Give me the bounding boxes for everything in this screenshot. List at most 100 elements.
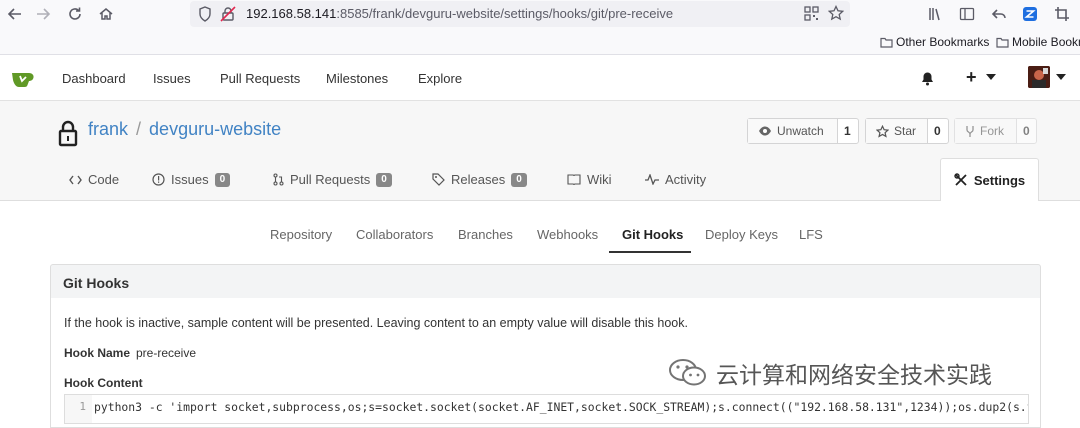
bookmarks-bar: Other Bookmarks Mobile Bookm	[0, 29, 1080, 55]
subnav-deploy-keys[interactable]: Deploy Keys	[705, 227, 778, 242]
repo-owner-link[interactable]: frank	[88, 119, 128, 139]
bookmark-folder-other[interactable]: Other Bookmarks	[880, 35, 989, 49]
library-icon[interactable]	[925, 4, 945, 24]
star-icon	[876, 124, 889, 138]
hook-content-editor[interactable]: 1 python3 -c 'import socket,subprocess,o…	[64, 394, 1029, 424]
hook-description: If the hook is inactive, sample content …	[64, 316, 688, 330]
chevron-down-icon[interactable]	[986, 74, 996, 81]
subnav-lfs[interactable]: LFS	[799, 227, 823, 242]
shield-icon[interactable]	[198, 6, 212, 22]
fork-button[interactable]: Fork	[955, 119, 1017, 143]
tools-icon	[954, 173, 968, 187]
nav-explore[interactable]: Explore	[418, 71, 462, 86]
issues-count-badge: 0	[214, 172, 231, 187]
fork-icon	[965, 125, 975, 138]
tab-label: Wiki	[587, 172, 612, 187]
top-navigation: Dashboard Issues Pull Requests Milestone…	[0, 56, 1080, 101]
chevron-down-icon[interactable]	[1056, 74, 1066, 81]
nav-pull-requests[interactable]: Pull Requests	[220, 71, 300, 86]
activity-icon	[645, 174, 659, 185]
star-button[interactable]: Star	[866, 119, 928, 143]
qr-code-icon[interactable]	[804, 6, 819, 21]
tab-label: Activity	[665, 172, 707, 187]
wechat-icon	[668, 357, 708, 389]
repo-name-link[interactable]: devguru-website	[149, 119, 281, 139]
tab-label: Issues	[171, 172, 209, 187]
line-number: 1	[79, 400, 86, 413]
subnav-git-hooks[interactable]: Git Hooks	[622, 227, 683, 242]
tab-pull-requests[interactable]: Pull Requests 0	[273, 172, 392, 187]
watch-count[interactable]: 1	[838, 119, 857, 143]
folder-icon	[880, 37, 893, 48]
settings-subnav: Repository Collaborators Branches Webhoo…	[0, 213, 1080, 253]
releases-count-badge: 0	[511, 172, 527, 187]
hook-name-value: pre-receive	[136, 346, 197, 360]
tab-label: Code	[88, 172, 120, 187]
hook-name-label: Hook Name	[64, 346, 131, 360]
panel-title: Git Hooks	[63, 275, 130, 291]
notification-bell-icon[interactable]	[920, 71, 935, 86]
create-new-button[interactable]: +	[966, 67, 977, 88]
browser-toolbar: 192.168.58.141:8585/frank/devguru-websit…	[0, 0, 1080, 29]
avatar[interactable]	[1028, 66, 1050, 88]
nav-dashboard[interactable]: Dashboard	[62, 71, 126, 86]
bookmark-star-icon[interactable]	[828, 5, 844, 21]
pull-requests-count-badge: 0	[376, 172, 392, 187]
nav-milestones[interactable]: Milestones	[326, 71, 388, 86]
code-line[interactable]: python3 -c 'import socket,subprocess,os;…	[94, 400, 1028, 414]
insecure-lock-icon[interactable]	[220, 6, 236, 22]
url-path: :8585/frank/devguru-website/settings/hoo…	[336, 6, 674, 21]
watermark: 云计算和网络安全技术实践	[668, 356, 992, 390]
subnav-webhooks[interactable]: Webhooks	[537, 227, 598, 242]
lock-icon	[58, 119, 78, 147]
watermark-text: 云计算和网络安全技术实践	[716, 362, 992, 388]
tab-wiki[interactable]: Wiki	[567, 172, 612, 187]
bookmark-label: Mobile Bookm	[1012, 35, 1080, 49]
issues-icon	[152, 173, 165, 186]
fork-button-group: Fork 0	[954, 118, 1037, 144]
watch-button-group: Unwatch 1	[747, 118, 859, 144]
tab-activity[interactable]: Activity	[645, 172, 706, 187]
hook-content-label: Hook Content	[64, 376, 143, 390]
home-icon[interactable]	[96, 4, 116, 24]
tab-label: Settings	[973, 172, 1026, 188]
tab-label: Releases	[451, 172, 506, 187]
subnav-branches[interactable]: Branches	[458, 227, 513, 242]
extension-z-icon[interactable]	[1020, 4, 1040, 24]
subnav-collaborators[interactable]: Collaborators	[356, 227, 433, 242]
repo-header: frank / devguru-website Unwatch 1 Star 0 F…	[0, 101, 1080, 201]
star-button-group: Star 0	[865, 118, 949, 144]
fork-label: Fork	[980, 124, 1004, 138]
gitea-logo-icon[interactable]	[11, 68, 35, 88]
subnav-repository[interactable]: Repository	[270, 227, 332, 242]
unwatch-button[interactable]: Unwatch	[748, 119, 838, 143]
folder-icon	[996, 37, 1009, 48]
wiki-icon	[567, 174, 581, 185]
bookmark-folder-mobile[interactable]: Mobile Bookm	[996, 35, 1080, 49]
forward-icon[interactable]	[33, 4, 53, 24]
tab-settings[interactable]: Settings	[940, 158, 1039, 201]
crop-extension-icon[interactable]	[1052, 4, 1072, 24]
back-icon[interactable]	[5, 4, 25, 24]
tab-releases[interactable]: Releases 0	[432, 172, 527, 187]
nav-issues[interactable]: Issues	[153, 71, 191, 86]
url-bar[interactable]: 192.168.58.141:8585/frank/devguru-websit…	[190, 1, 850, 27]
tab-issues[interactable]: Issues 0	[152, 172, 231, 187]
editor-gutter: 1	[65, 395, 92, 423]
reload-icon[interactable]	[65, 4, 85, 24]
tab-label: Pull Requests	[290, 172, 371, 187]
star-count[interactable]: 0	[928, 119, 947, 143]
fork-count[interactable]: 0	[1017, 119, 1036, 143]
undo-arrow-icon[interactable]	[989, 4, 1009, 24]
tag-icon	[432, 173, 445, 186]
pull-request-icon	[273, 173, 284, 186]
star-label: Star	[894, 124, 917, 138]
bookmark-label: Other Bookmarks	[896, 35, 990, 49]
repo-title-separator: /	[136, 119, 142, 139]
git-hooks-panel-header: Git Hooks	[50, 264, 1041, 299]
url-text[interactable]: 192.168.58.141:8585/frank/devguru-websit…	[246, 6, 673, 21]
sidebar-icon[interactable]	[957, 4, 977, 24]
repo-title: frank / devguru-website	[88, 119, 281, 140]
unwatch-label: Unwatch	[777, 124, 824, 138]
tab-code[interactable]: Code	[69, 172, 119, 187]
